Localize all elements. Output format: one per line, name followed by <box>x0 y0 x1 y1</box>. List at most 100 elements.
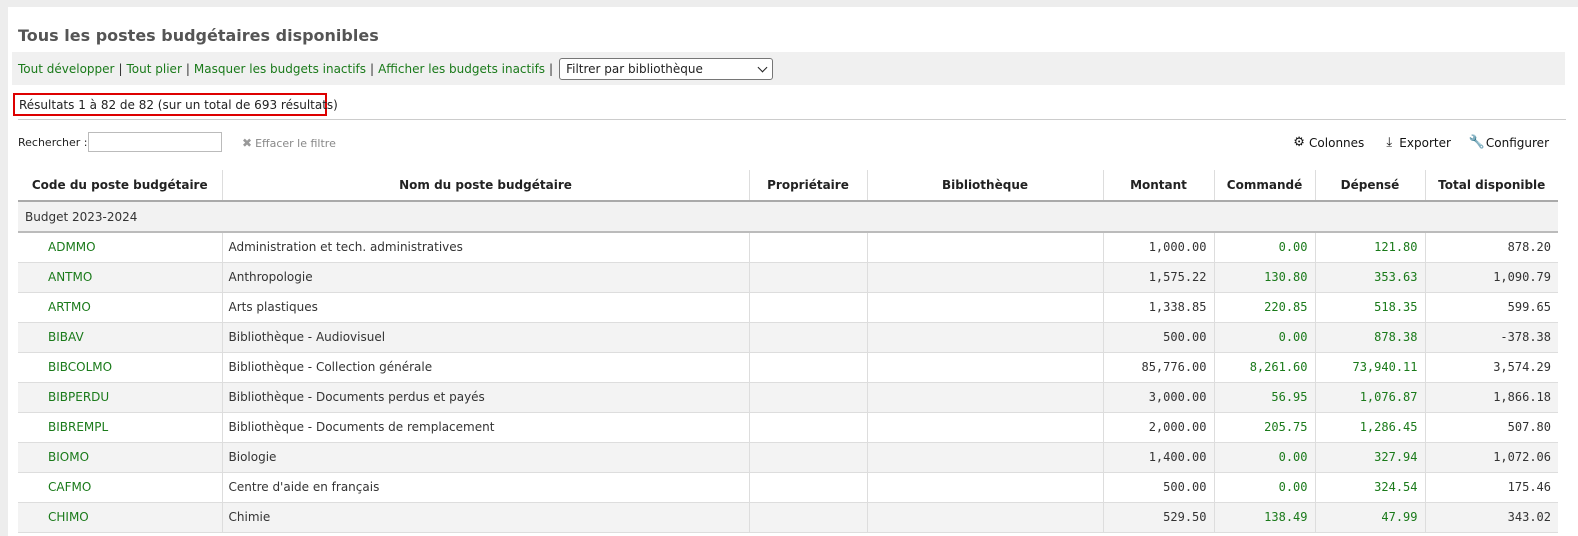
table-row: ARTMO Arts plastiques 1,338.85 220.85 518.35… <box>18 292 1558 323</box>
expand-all-link[interactable]: Tout développer <box>18 62 114 76</box>
divider <box>18 119 1566 120</box>
cell-available: 507.80 <box>1425 412 1558 443</box>
export-label: Exporter <box>1399 135 1451 150</box>
table-row: BIBPERDU Bibliothèque - Documents perdus … <box>18 382 1558 413</box>
cell-code[interactable]: BIBAV <box>18 322 223 353</box>
cell-spent: 518.35 <box>1315 292 1426 323</box>
cell-owner <box>749 472 868 503</box>
column-header-code[interactable]: Code du poste budgétaire <box>18 170 223 202</box>
close-icon: ✖ <box>242 136 253 150</box>
cell-owner <box>749 292 868 323</box>
cell-name: Bibliothèque - Collection générale <box>222 352 750 383</box>
cell-available: 878.20 <box>1425 232 1558 263</box>
group-row: Budget 2023-2024 <box>18 201 1558 233</box>
collapse-all-link[interactable]: Tout plier <box>127 62 182 76</box>
table-row: BIBCOLMO Bibliothèque - Collection généra… <box>18 352 1558 383</box>
cell-amount: 85,776.00 <box>1103 352 1215 383</box>
cell-code[interactable]: BIBCOLMO <box>18 352 223 383</box>
cell-library <box>867 382 1104 413</box>
cell-spent: 121.80 <box>1315 232 1426 263</box>
cell-library <box>867 472 1104 503</box>
cell-name: Biologie <box>222 442 750 473</box>
cell-available: 1,866.18 <box>1425 382 1558 413</box>
column-header-amount[interactable]: Montant <box>1103 170 1215 202</box>
export-button[interactable]: ⤓ Exporter <box>1382 135 1451 150</box>
cell-available: 343.02 <box>1425 502 1558 533</box>
page-title: Tous les postes budgétaires disponibles <box>18 26 379 45</box>
cell-name: Administration et tech. administratives <box>222 232 750 263</box>
cell-amount: 1,575.22 <box>1103 262 1215 293</box>
cell-amount: 500.00 <box>1103 322 1215 353</box>
cell-ordered: 220.85 <box>1214 292 1316 323</box>
download-icon: ⤓ <box>1386 135 1393 150</box>
wrench-icon: 🔧 <box>1468 135 1486 150</box>
cell-code[interactable]: BIBPERDU <box>18 382 223 413</box>
cell-library <box>867 502 1104 533</box>
cell-ordered: 0.00 <box>1214 232 1316 263</box>
cell-owner <box>749 352 868 383</box>
table-row: CAFMO Centre d'aide en français 500.00 0.00… <box>18 472 1558 503</box>
cell-code[interactable]: ADMMO <box>18 232 223 263</box>
cell-spent: 1,286.45 <box>1315 412 1426 443</box>
column-header-owner[interactable]: Propriétaire <box>749 170 868 202</box>
cell-code[interactable]: ARTMO <box>18 292 223 323</box>
clear-filter-button[interactable]: ✖ Effacer le filtre <box>242 136 336 150</box>
cell-name: Bibliothèque - Documents perdus et payés <box>222 382 750 413</box>
cell-name: Bibliothèque - Documents de remplacement <box>222 412 750 443</box>
column-header-library[interactable]: Bibliothèque <box>867 170 1104 202</box>
group-label: Budget 2023-2024 <box>18 201 1558 233</box>
column-header-name[interactable]: Nom du poste budgétaire <box>222 170 750 202</box>
table-row: ANTMO Anthropologie 1,575.22 130.80 353.63 1,… <box>18 262 1558 293</box>
cell-code[interactable]: BIBREMPL <box>18 412 223 443</box>
cell-amount: 500.00 <box>1103 472 1215 503</box>
column-header-spent[interactable]: Dépensé <box>1315 170 1426 202</box>
cell-ordered: 138.49 <box>1214 502 1316 533</box>
cell-library <box>867 232 1104 263</box>
cell-spent: 353.63 <box>1315 262 1426 293</box>
show-inactive-link[interactable]: Afficher les budgets inactifs <box>378 62 545 76</box>
hide-inactive-link[interactable]: Masquer les budgets inactifs <box>194 62 366 76</box>
cell-amount: 1,000.00 <box>1103 232 1215 263</box>
column-header-ordered[interactable]: Commandé <box>1214 170 1316 202</box>
cell-spent: 327.94 <box>1315 442 1426 473</box>
budget-toolbar: Tout développer | Tout plier | Masquer l… <box>12 52 1565 85</box>
columns-button[interactable]: ⚙ Colonnes <box>1292 135 1364 150</box>
cell-ordered: 205.75 <box>1214 412 1316 443</box>
configure-button[interactable]: 🔧 Configurer <box>1469 135 1549 150</box>
cell-code[interactable]: BIOMO <box>18 442 223 473</box>
cell-library <box>867 292 1104 323</box>
cell-name: Centre d'aide en français <box>222 472 750 503</box>
chevron-down-icon <box>757 62 768 72</box>
table-row: BIBAV Bibliothèque - Audiovisuel 500.00 0.0… <box>18 322 1558 353</box>
table-row: BIOMO Biologie 1,400.00 0.00 327.94 1,072.06 <box>18 442 1558 473</box>
gear-icon: ⚙ <box>1293 135 1305 150</box>
cell-library <box>867 442 1104 473</box>
results-summary: Résultats 1 à 82 de 82 (sur un total de … <box>13 93 338 116</box>
cell-ordered: 0.00 <box>1214 442 1316 473</box>
cell-code[interactable]: CHIMO <box>18 502 223 533</box>
cell-library <box>867 262 1104 293</box>
table-row: CHIMO Chimie 529.50 138.49 47.99 343.02 <box>18 502 1558 533</box>
cell-library <box>867 352 1104 383</box>
cell-available: 1,072.06 <box>1425 442 1558 473</box>
separator: | <box>370 62 375 76</box>
search-input[interactable] <box>88 132 222 152</box>
separator: | <box>185 62 190 76</box>
cell-code[interactable]: ANTMO <box>18 262 223 293</box>
cell-code[interactable]: CAFMO <box>18 472 223 503</box>
search-label: Rechercher : <box>18 136 88 149</box>
cell-available: 3,574.29 <box>1425 352 1558 383</box>
cell-amount: 3,000.00 <box>1103 382 1215 413</box>
cell-spent: 47.99 <box>1315 502 1426 533</box>
cell-owner <box>749 262 868 293</box>
budget-table: Code du poste budgétaire Nom du poste bu… <box>18 170 1558 533</box>
cell-name: Chimie <box>222 502 750 533</box>
library-filter-select[interactable]: Filtrer par bibliothèque <box>559 58 774 80</box>
cell-amount: 1,400.00 <box>1103 442 1215 473</box>
cell-owner <box>749 232 868 263</box>
column-header-available[interactable]: Total disponible <box>1425 170 1558 202</box>
cell-library <box>867 322 1104 353</box>
cell-ordered: 8,261.60 <box>1214 352 1316 383</box>
cell-amount: 529.50 <box>1103 502 1215 533</box>
configure-label: Configurer <box>1485 135 1549 150</box>
